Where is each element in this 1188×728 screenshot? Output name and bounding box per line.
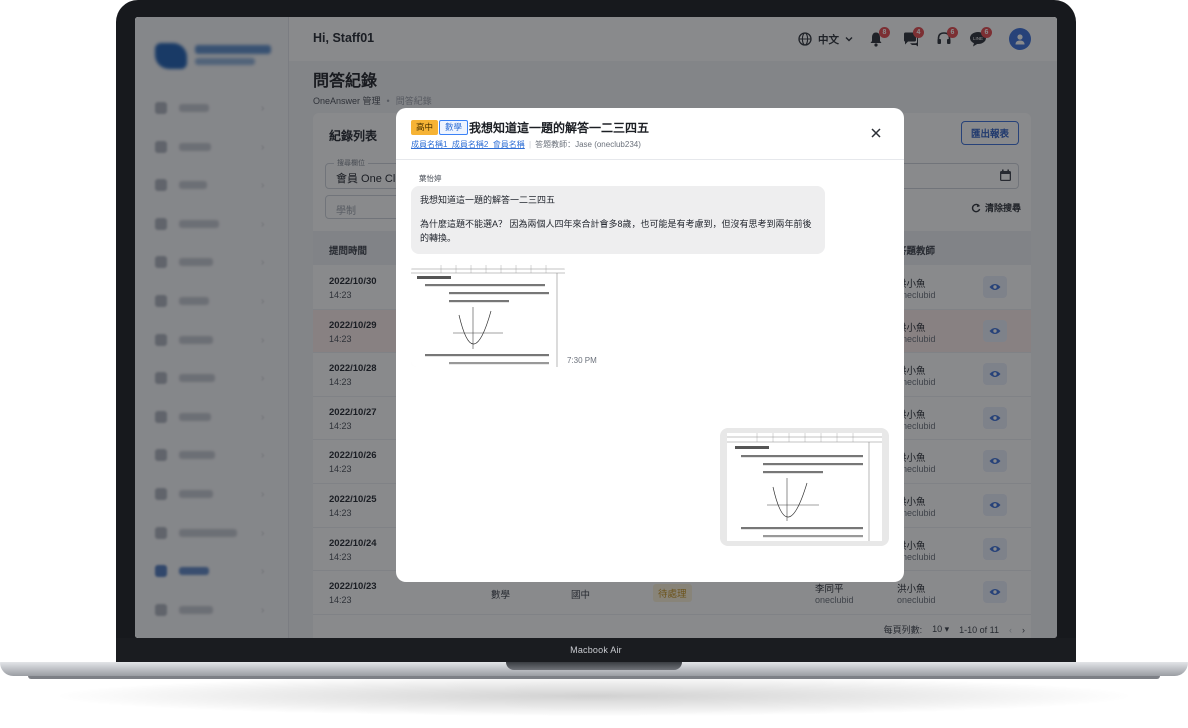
worksheet-image	[411, 265, 565, 367]
chat-body: 葉怡婷 我想知道這一題的解答一二三四五 為什麼這題不能選A？ 因為兩個人四年來合…	[396, 161, 904, 582]
laptop-base-edge	[28, 676, 1160, 679]
device-label: Macbook Air	[570, 645, 622, 655]
sender-name: 葉怡婷	[419, 174, 442, 183]
laptop-hinge-notch	[506, 662, 682, 670]
question-message: 我想知道這一題的解答一二三四五 為什麼這題不能選A？ 因為兩個人四年來合計會多8…	[411, 186, 825, 254]
answer-image-frame	[727, 433, 882, 541]
worksheet-image	[727, 433, 882, 541]
message-line-2: 為什麼這題不能選A？ 因為兩個人四年來合計會多8歲，也可能是有考慮到，但沒有思考…	[420, 219, 812, 243]
close-button[interactable]	[868, 125, 884, 141]
message-line-1: 我想知道這一題的解答一二三四五	[420, 195, 556, 205]
level-tag: 高中	[411, 120, 439, 135]
question-detail-modal: 高中 數學 我想知道這一題的解答一二三四五 成員名稱1_成員名稱2_會員名稱 |…	[396, 108, 904, 582]
question-image-attachment[interactable]	[411, 265, 565, 367]
modal-header: 高中 數學 我想知道這一題的解答一二三四五 成員名稱1_成員名稱2_會員名稱 |…	[396, 108, 904, 160]
members-link[interactable]: 成員名稱1_成員名稱2_會員名稱	[411, 139, 525, 150]
answer-image-attachment[interactable]	[720, 428, 889, 546]
modal-title: 我想知道這一題的解答一二三四五	[469, 121, 650, 135]
teacher-info: | 答題教師：Jase (oneclub234)	[529, 140, 641, 149]
laptop-shadow	[60, 676, 1128, 716]
subject-tag: 數學	[439, 120, 469, 135]
image-timestamp: 7:30 PM	[567, 356, 597, 365]
laptop-chin: Macbook Air	[116, 638, 1076, 664]
close-icon	[871, 128, 881, 138]
app-screen: ››››››››››››››› Hi, Staff01 中文 8 4 6	[135, 17, 1057, 638]
